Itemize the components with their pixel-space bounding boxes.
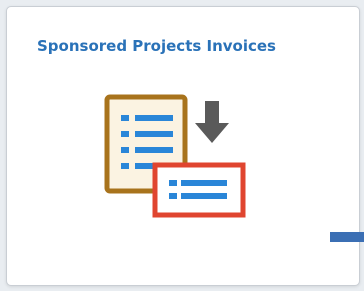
invoice-download-icon bbox=[104, 94, 246, 218]
tile-title: Sponsored Projects Invoices bbox=[37, 37, 276, 55]
sponsored-projects-invoices-tile[interactable]: Sponsored Projects Invoices bbox=[6, 6, 360, 286]
page: Sponsored Projects Invoices bbox=[0, 0, 364, 291]
scroll-indicator[interactable] bbox=[330, 232, 364, 242]
